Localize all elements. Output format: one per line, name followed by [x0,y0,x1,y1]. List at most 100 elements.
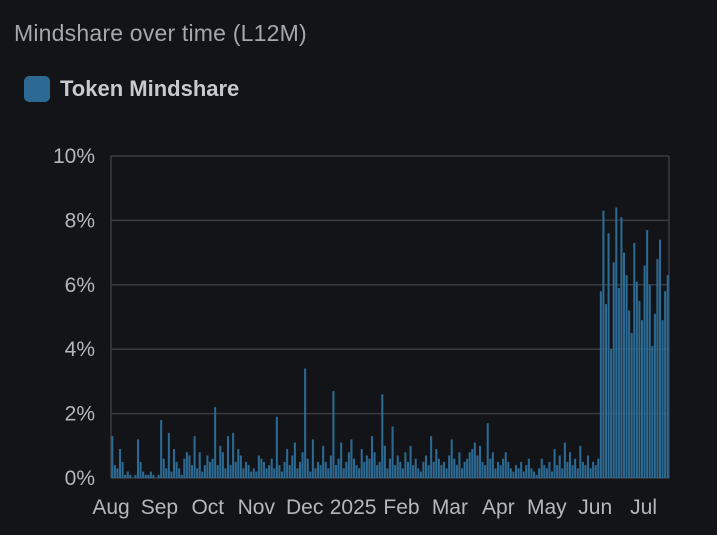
bar[interactable] [136,439,140,478]
bar[interactable] [129,474,132,478]
bar[interactable] [399,461,402,478]
bar[interactable] [566,461,569,478]
bar[interactable] [170,471,173,478]
bar[interactable] [224,468,227,478]
bar[interactable] [556,465,559,478]
bar[interactable] [648,284,651,478]
bar[interactable] [612,262,615,478]
bar[interactable] [540,458,543,478]
bar[interactable] [514,465,518,478]
bar[interactable] [237,449,240,478]
bar[interactable] [568,452,572,478]
bar[interactable] [563,442,566,478]
bar[interactable] [268,465,271,478]
bar[interactable] [422,461,425,478]
bar[interactable] [198,452,201,478]
bar[interactable] [604,304,608,478]
bar[interactable] [481,461,484,478]
bar[interactable] [352,458,356,478]
bar[interactable] [455,465,458,478]
bar[interactable] [126,471,129,478]
bar[interactable] [121,461,124,478]
bar[interactable] [396,455,399,478]
bar[interactable] [419,471,422,478]
bar[interactable] [342,468,345,478]
bar[interactable] [172,449,176,478]
bar[interactable] [509,468,512,478]
bar[interactable] [262,461,266,478]
bar[interactable] [157,474,160,478]
bar[interactable] [370,436,374,478]
bar[interactable] [280,471,284,478]
bar[interactable] [391,426,394,478]
bar[interactable] [365,455,368,478]
bar[interactable] [625,275,628,478]
bar[interactable] [152,474,155,478]
bar[interactable] [219,445,222,478]
bar[interactable] [638,300,641,478]
bar[interactable] [594,465,597,478]
bar[interactable] [208,461,212,478]
bar[interactable] [507,461,510,478]
bar[interactable] [527,458,530,478]
bar[interactable] [535,474,538,478]
bar[interactable] [496,461,500,478]
bar[interactable] [314,468,317,478]
bar[interactable] [216,465,219,478]
bar[interactable] [214,407,217,478]
bar[interactable] [592,461,595,478]
bar[interactable] [193,436,196,478]
bar[interactable] [471,449,474,478]
bar[interactable] [460,468,464,478]
bar[interactable] [553,449,556,478]
bar[interactable] [653,313,656,478]
bar[interactable] [478,445,482,478]
bar[interactable] [656,259,659,478]
bar[interactable] [134,474,137,478]
bar[interactable] [579,445,582,478]
bar[interactable] [453,458,456,478]
bar[interactable] [206,455,209,478]
bar[interactable] [337,458,340,478]
bar[interactable] [630,333,633,478]
bar[interactable] [260,458,263,478]
bar[interactable] [175,461,178,478]
bar[interactable] [622,252,626,478]
bar[interactable] [617,288,620,478]
bar[interactable] [355,465,358,478]
bar[interactable] [597,458,600,478]
bar[interactable] [139,461,142,478]
bar[interactable] [550,471,554,478]
bar[interactable] [165,468,168,478]
bar[interactable] [185,452,188,478]
bar[interactable] [643,265,646,478]
bar[interactable] [448,455,451,478]
bar[interactable] [255,471,258,478]
bar[interactable] [633,242,636,478]
bar[interactable] [576,468,579,478]
bar[interactable] [574,458,577,478]
bar[interactable] [432,461,435,478]
bar[interactable] [561,468,564,478]
bar[interactable] [388,458,392,478]
bar[interactable] [329,455,332,478]
bar[interactable] [252,468,255,478]
bar[interactable] [615,207,618,478]
bar[interactable] [188,455,191,478]
bar[interactable] [144,474,147,478]
bar[interactable] [427,465,430,478]
bar[interactable] [345,461,348,478]
bar[interactable] [116,468,119,478]
bar[interactable] [239,455,242,478]
bar[interactable] [607,233,610,478]
bar[interactable] [530,468,533,478]
bar[interactable] [543,465,546,478]
bar[interactable] [502,458,505,478]
bar[interactable] [417,468,420,478]
bar[interactable] [404,452,407,478]
bar[interactable] [517,468,520,478]
bar[interactable] [275,416,278,478]
bar[interactable] [113,465,116,478]
bar[interactable] [661,320,664,478]
bar[interactable] [309,471,312,478]
